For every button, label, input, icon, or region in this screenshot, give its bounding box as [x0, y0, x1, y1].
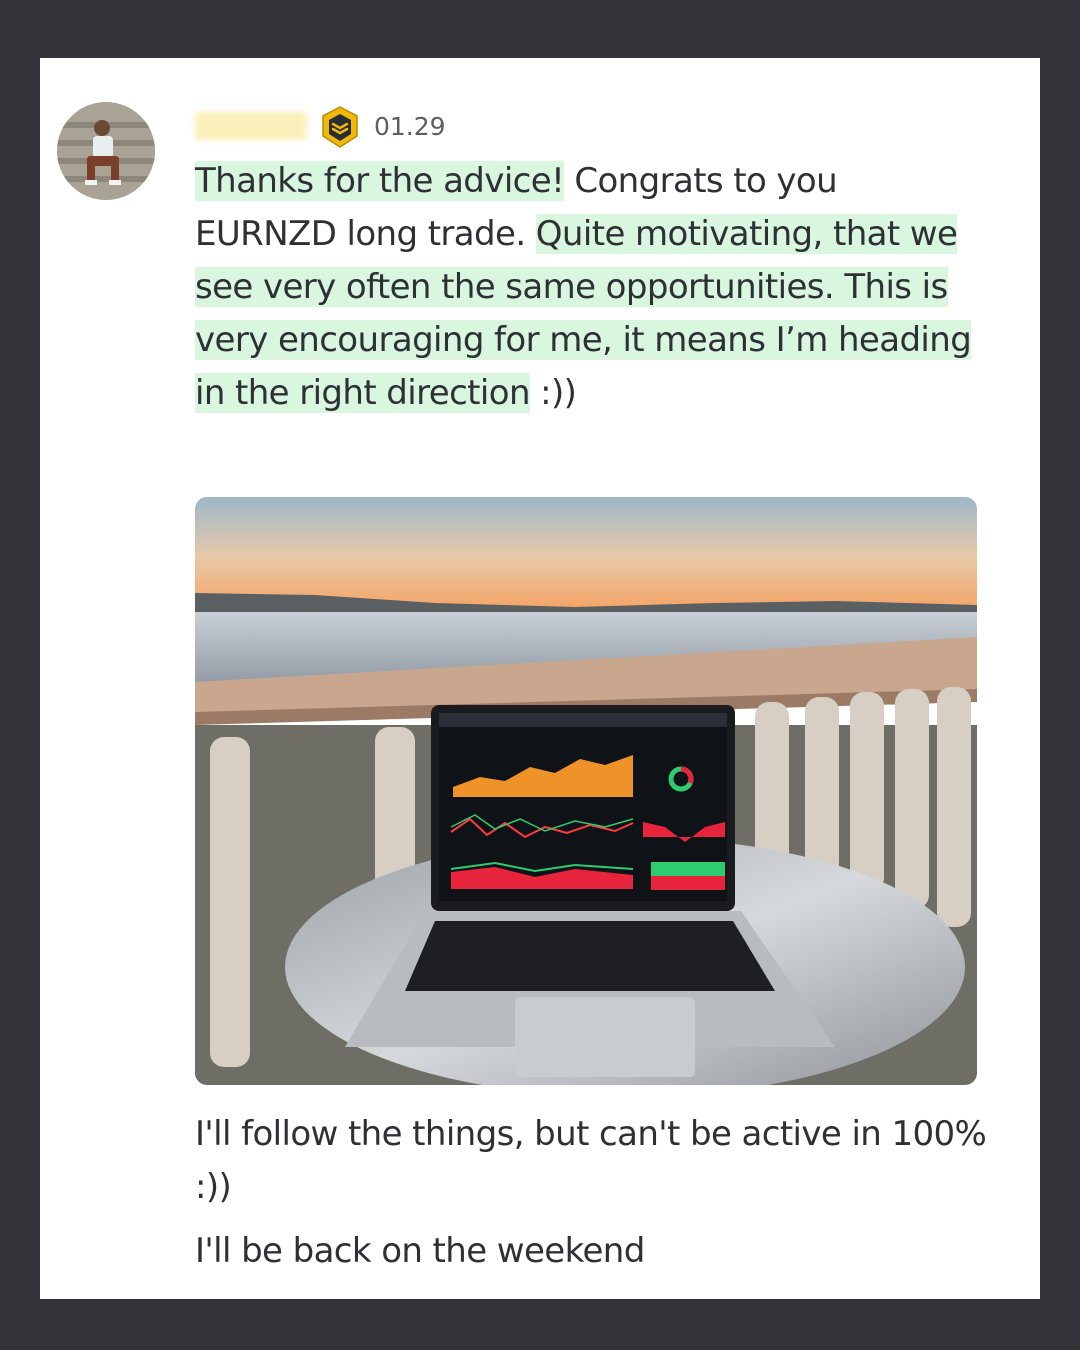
- message-text-part: :)): [529, 373, 577, 413]
- message-timestamp: 01.29: [374, 112, 446, 141]
- message-text: Thanks for the advice! Congrats to you E…: [195, 155, 985, 420]
- followup-message-2: I'll be back on the weekend: [195, 1231, 645, 1271]
- attached-photo[interactable]: [195, 497, 977, 1085]
- avatar[interactable]: [57, 102, 155, 200]
- shield-badge-icon: [321, 106, 359, 148]
- username-redacted: [195, 112, 307, 140]
- message-text-part: Thanks for the advice!: [195, 161, 565, 201]
- followup-message-1: I'll follow the things, but can't be act…: [195, 1114, 987, 1207]
